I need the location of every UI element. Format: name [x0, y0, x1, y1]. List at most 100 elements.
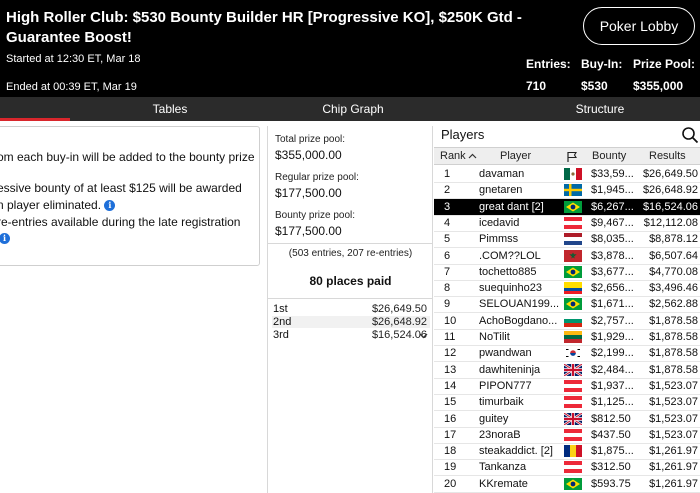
player-rank: 3 [444, 200, 451, 213]
entries-value: 710 [526, 79, 547, 93]
players-title: Players [441, 127, 485, 142]
payout-row: 1st $26,649.50 [272, 303, 430, 315]
player-column-header[interactable]: Player [500, 148, 531, 165]
player-rank: 18 [444, 445, 457, 458]
player-name: Tankanza [479, 461, 527, 474]
player-row[interactable]: 15 timurbaik $1,125... $1,523.07 [434, 394, 700, 412]
player-bounty: $312.50 [591, 461, 631, 474]
players-panel: Players Rank Player Bounty Results 1 dava… [434, 126, 700, 493]
player-bounty: $8,035... [591, 233, 634, 246]
chevron-down-icon[interactable] [419, 332, 428, 341]
poker-lobby-button[interactable]: Poker Lobby [583, 7, 695, 45]
player-row[interactable]: 5 Pimmss $8,035... $8,878.12 [434, 231, 700, 249]
tournament-header: High Roller Club: $530 Bounty Builder HR… [0, 0, 700, 97]
buyin-value: $530 [581, 79, 608, 93]
player-result: $16,524.06 [642, 200, 698, 213]
player-rank: 8 [444, 282, 451, 295]
player-row[interactable]: 9 SELOUAN199... $1,671... $2,562.88 [434, 296, 700, 314]
player-row[interactable]: 3 great dant [2] $6,267... $16,524.06 [434, 198, 700, 216]
player-name: icedavid [479, 216, 520, 229]
payout-amount: $26,648.92 [371, 316, 427, 328]
romania-flag-icon [564, 445, 582, 458]
player-row[interactable]: 4 icedavid $9,467... $12,112.08 [434, 215, 700, 232]
player-rank: 5 [444, 233, 451, 246]
end-time: Ended at 00:39 ET, Mar 19 [6, 81, 137, 93]
entries-summary: (503 entries, 207 re-entries) [288, 248, 413, 259]
rank-column-header[interactable]: Rank [440, 148, 477, 165]
player-row[interactable]: 7 tochetto885 $3,677... $4,770.08 [434, 264, 700, 281]
player-name: PIPON777 [479, 379, 532, 392]
austria-flag-icon [564, 379, 582, 392]
player-result: $26,648.92 [642, 184, 698, 197]
player-result: $12,112.08 [643, 216, 698, 229]
tab-structure[interactable]: Structure [500, 97, 700, 121]
results-column-header[interactable]: Results [649, 148, 686, 165]
brazil-flag-icon [564, 200, 582, 213]
bounty-prize-pool-value: $177,500.00 [275, 224, 342, 238]
info-line-3: n player eliminated. [0, 198, 102, 212]
austria-flag-icon [564, 428, 582, 441]
player-result: $1,878.58 [649, 331, 698, 343]
bounty-column-header[interactable]: Bounty [592, 148, 626, 165]
player-row[interactable]: 14 PIPON777 $1,937... $1,523.07 [434, 378, 700, 395]
netherlands-flag-icon [564, 233, 582, 246]
player-row[interactable]: 10 AchoBogdano... $2,757... $1,878.58 [434, 313, 700, 330]
player-result: $1,261.97 [649, 445, 698, 458]
player-rank: 2 [444, 184, 451, 197]
player-row[interactable]: 2 gnetaren $1,945... $26,648.92 [434, 182, 700, 200]
search-icon[interactable] [681, 126, 699, 144]
prize-pool-label: Prize Pool: [633, 57, 696, 71]
player-bounty: $2,757... [591, 314, 634, 327]
player-row[interactable]: 19 Tankanza $312.50 $1,261.97 [434, 459, 700, 477]
player-name: Pimmss [479, 233, 519, 246]
player-rank: 1 [444, 168, 451, 180]
payout-place: 2nd [273, 316, 292, 328]
player-result: $3,496.46 [649, 282, 698, 295]
player-row[interactable]: 6 .COM??LOL $3,878... $6,507.64 [434, 248, 700, 265]
player-rank: 20 [444, 477, 457, 490]
player-name: great dant [2] [479, 200, 544, 213]
player-name: tochetto885 [479, 265, 537, 278]
info-line-2: essive bounty of at least $125 will be a… [0, 181, 242, 195]
player-row[interactable]: 20 KKremate $593.75 $1,261.97 [434, 476, 700, 493]
player-name: davaman [479, 168, 525, 180]
info-icon[interactable]: i [104, 200, 116, 212]
player-name: AchoBogdano... [479, 314, 558, 327]
uk-flag-icon [564, 363, 582, 376]
player-row[interactable]: 12 pwandwan $2,199... $1,878.58 [434, 345, 700, 363]
tab-chip-graph[interactable]: Chip Graph [270, 97, 436, 121]
player-name: KKremate [479, 477, 528, 490]
info-line-3-row: n player eliminated. i [0, 198, 116, 212]
sweden-flag-icon [564, 184, 582, 197]
entries-label: Entries: [526, 57, 571, 71]
player-result: $1,878.58 [649, 314, 698, 327]
payout-row: 2nd $26,648.92 [272, 316, 430, 328]
start-time: Started at 12:30 ET, Mar 18 [6, 53, 141, 65]
tab-tables[interactable]: Tables [70, 97, 270, 121]
player-bounty: $2,484... [591, 363, 634, 376]
player-bounty: $1,929... [591, 331, 634, 343]
player-name: steakaddict. [2] [479, 445, 553, 458]
player-name: 23noraB [479, 428, 521, 441]
info-line-1: om each buy-in will be added to the boun… [0, 150, 255, 164]
payout-place: 1st [273, 303, 288, 315]
player-bounty: $33,59... [591, 168, 634, 180]
brazil-flag-icon [564, 477, 582, 490]
player-result: $26,649.50 [642, 168, 698, 180]
player-row[interactable]: 18 steakaddict. [2] $1,875... $1,261.97 [434, 443, 700, 461]
player-bounty: $6,267... [591, 200, 634, 213]
player-row[interactable]: 8 suequinho23 $2,656... $3,496.46 [434, 280, 700, 298]
info-icon[interactable]: i [0, 233, 10, 245]
player-rank: 7 [444, 265, 451, 278]
player-row[interactable]: 16 guitey $812.50 $1,523.07 [434, 411, 700, 428]
player-row[interactable]: 11 NoTilit $1,929... $1,878.58 [434, 329, 700, 346]
player-rank: 17 [444, 428, 457, 441]
player-result: $1,523.07 [649, 428, 698, 441]
austria-flag-icon [564, 461, 582, 474]
player-row[interactable]: 17 23noraB $437.50 $1,523.07 [434, 427, 700, 444]
player-bounty: $437.50 [591, 428, 631, 441]
player-name: .COM??LOL [479, 249, 541, 262]
player-row[interactable]: 13 dawhiteninja $2,484... $1,878.58 [434, 362, 700, 379]
uk-flag-icon [564, 412, 582, 425]
player-row[interactable]: 1 davaman $33,59... $26,649.50 [434, 166, 700, 183]
